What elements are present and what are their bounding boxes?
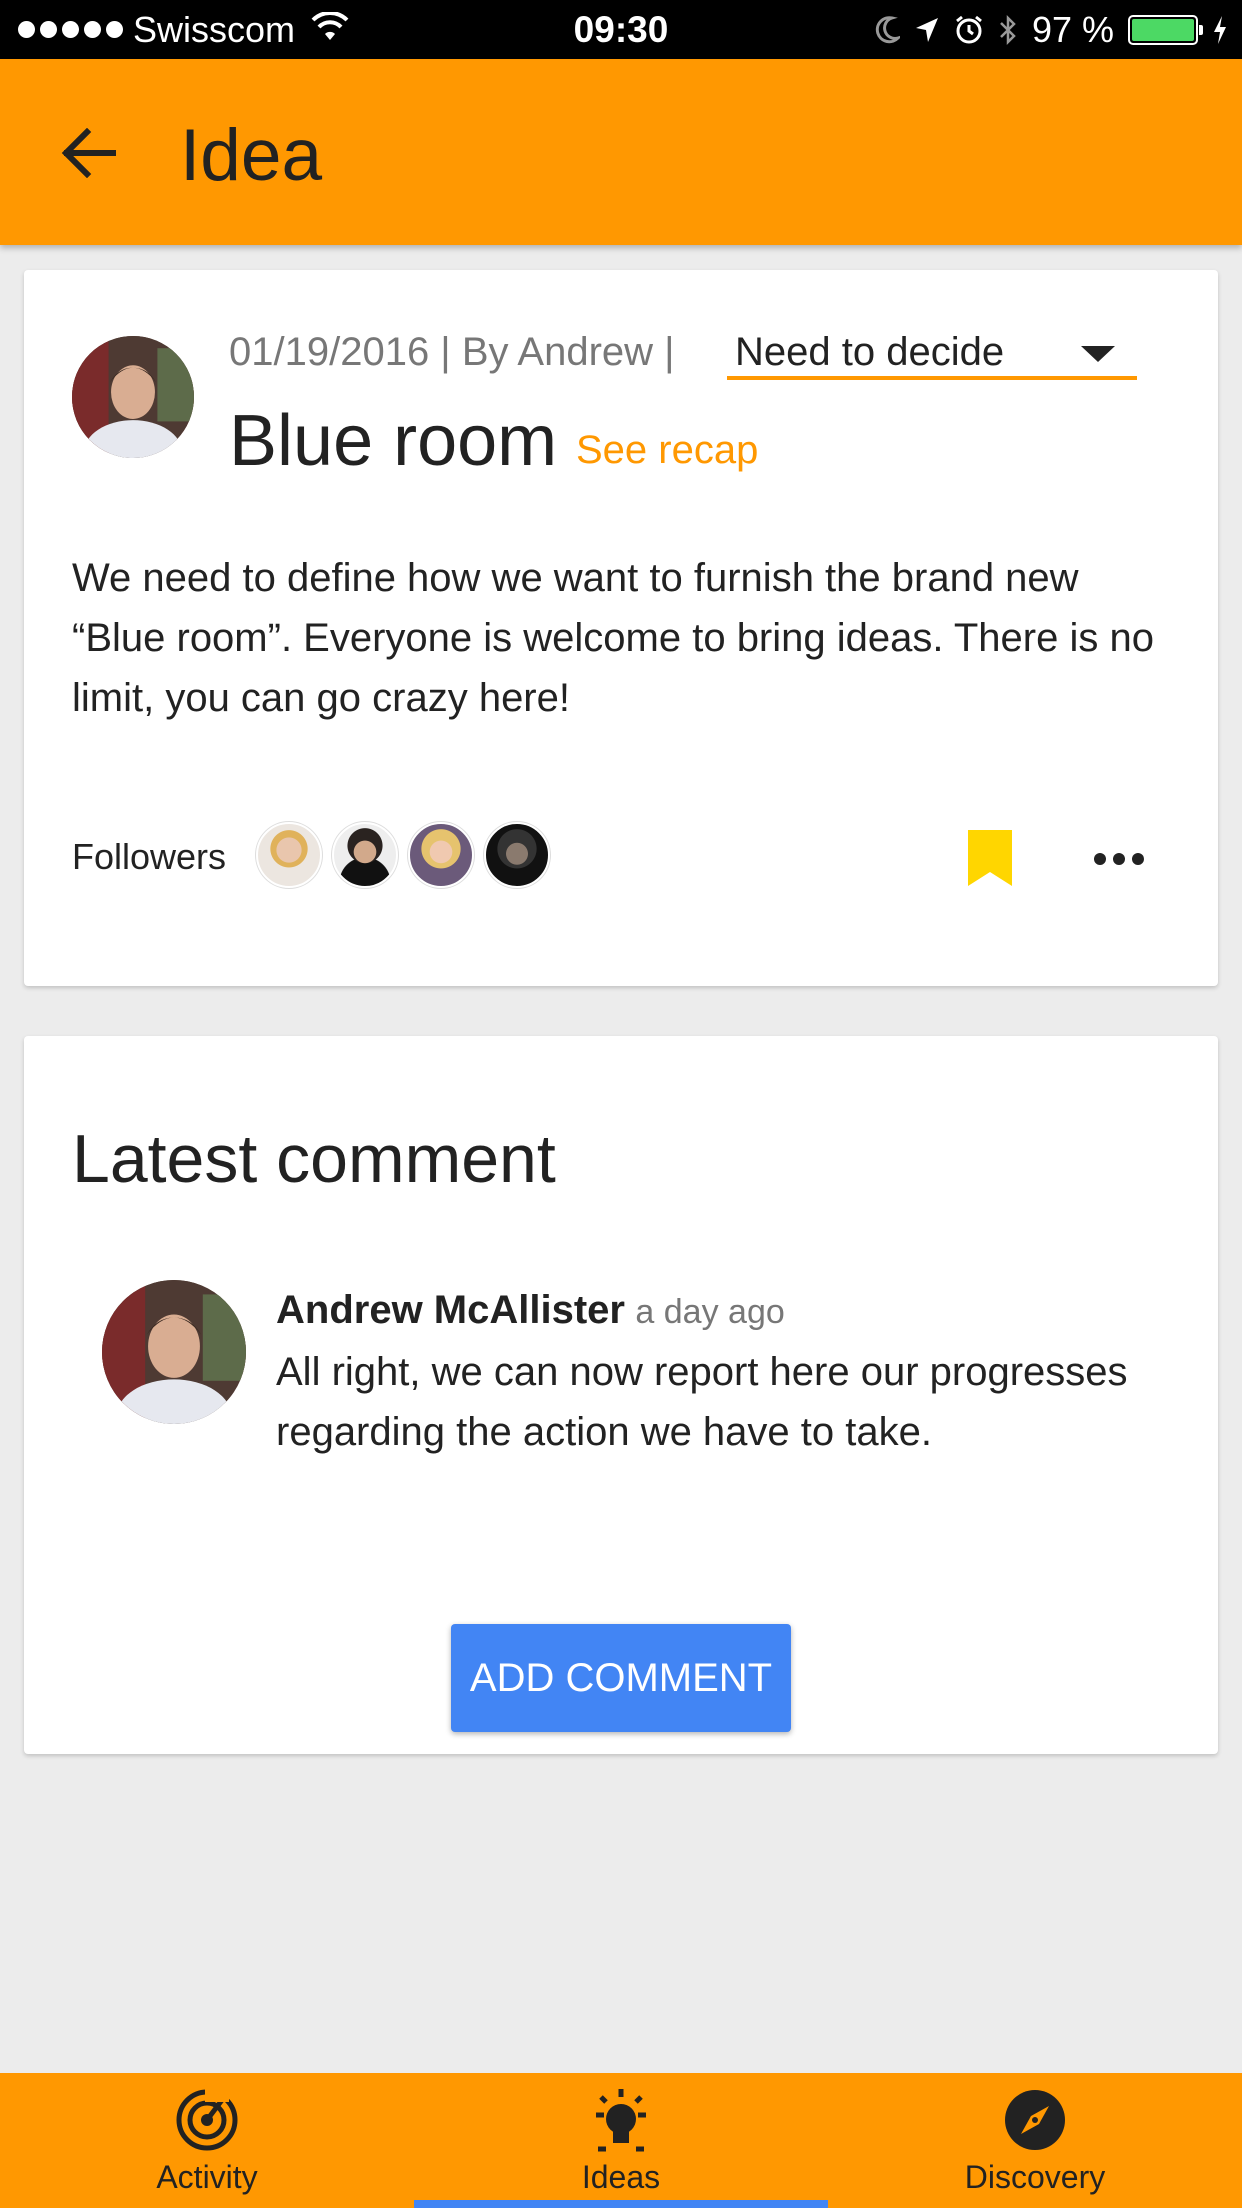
nav-item-activity[interactable]: Activity [0, 2073, 414, 2208]
status-dropdown[interactable]: Need to decide [727, 324, 1137, 380]
location-icon [914, 16, 940, 44]
dropdown-caret-icon [1081, 346, 1115, 362]
followers-label: Followers [72, 836, 227, 877]
latest-comment-card: Latest comment Andrew McAllister a day a… [24, 1036, 1218, 1754]
comment-header: Andrew McAllister a day ago [276, 1288, 785, 1333]
active-tab-indicator [414, 2200, 828, 2208]
author-avatar[interactable] [72, 336, 194, 458]
bluetooth-icon [998, 14, 1018, 46]
idea-card: 01/19/2016 | By Andrew | Need to decide … [24, 270, 1218, 986]
nav-item-ideas[interactable]: Ideas [414, 2073, 828, 2208]
section-heading: Latest comment [72, 1121, 556, 1197]
bookmark-button[interactable] [968, 830, 1012, 886]
person-avatar-icon [72, 336, 194, 458]
page-title: Idea [180, 115, 323, 196]
comment-author-avatar[interactable] [102, 1280, 246, 1424]
nav-label-activity: Activity [156, 2159, 258, 2195]
nav-item-discovery[interactable]: Discovery [828, 2073, 1242, 2208]
bottom-navigation: Activity Ideas Discovery [0, 2073, 1242, 2208]
idea-title: Blue room [229, 401, 558, 481]
status-bar: Swisscom 09:30 97 % [0, 0, 1242, 59]
more-horizontal-icon [1094, 853, 1144, 865]
comment-timestamp: a day ago [635, 1293, 785, 1331]
compass-icon [828, 2085, 1242, 2155]
followers-list [256, 822, 550, 888]
activity-icon [0, 2085, 414, 2155]
charging-icon [1212, 15, 1228, 45]
status-bar-right: 97 % [874, 0, 1228, 59]
nav-label-ideas: Ideas [581, 2159, 661, 2195]
see-recap-link[interactable]: See recap [576, 428, 758, 473]
more-options-button[interactable] [1084, 834, 1154, 884]
moon-icon [874, 15, 900, 44]
app-bar: Idea [0, 59, 1242, 245]
comment-author[interactable]: Andrew McAllister [276, 1288, 625, 1332]
follower-avatar[interactable] [256, 822, 322, 888]
nav-label-discovery: Discovery [964, 2159, 1106, 2195]
alarm-icon [954, 15, 984, 45]
status-dropdown-value: Need to decide [735, 330, 1005, 374]
idea-meta: 01/19/2016 | By Andrew | [229, 330, 675, 374]
person-avatar-icon [102, 1280, 246, 1424]
arrow-back-icon [61, 128, 116, 178]
follower-avatar[interactable] [332, 822, 398, 888]
add-comment-button[interactable]: ADD COMMENT [451, 1624, 791, 1732]
follower-avatar[interactable] [408, 822, 474, 888]
bookmark-icon [968, 830, 1012, 886]
follower-avatar[interactable] [484, 822, 550, 888]
battery-percentage: 97 % [1031, 8, 1114, 50]
lightbulb-icon [414, 2085, 828, 2155]
comment-text: All right, we can now report here our pr… [276, 1350, 1128, 1454]
battery-icon [1128, 14, 1203, 45]
idea-description: We need to define how we want to furnish… [72, 556, 1154, 720]
back-button[interactable] [54, 123, 124, 183]
